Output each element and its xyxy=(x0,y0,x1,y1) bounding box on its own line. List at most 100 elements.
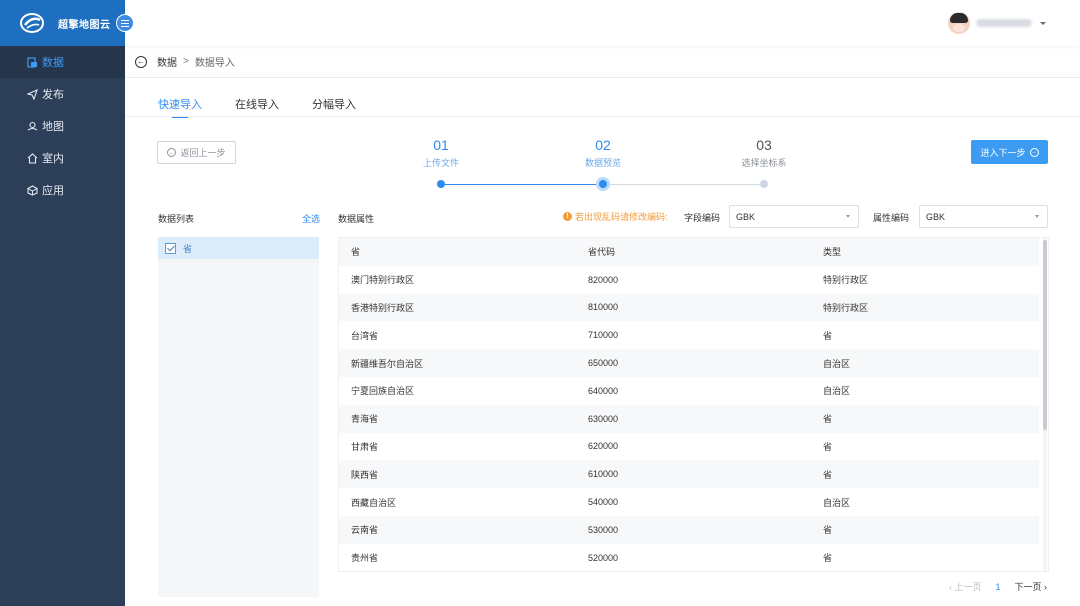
logo-text: 超擎地图云 xyxy=(58,19,111,31)
table-row: 西藏自治区 540000 自治区 xyxy=(339,488,1039,516)
table-row: 新疆维吾尔自治区 650000 自治区 xyxy=(339,349,1039,377)
tab-tile-import[interactable]: 分幅导入 xyxy=(312,96,356,114)
avatar[interactable] xyxy=(948,12,970,34)
attr-encoding-value: GBK xyxy=(926,211,946,222)
table-cell: 陕西省 xyxy=(339,460,588,489)
table-cell: 630000 xyxy=(588,404,823,433)
column-header-code: 省代码 xyxy=(588,238,823,266)
checkbox[interactable] xyxy=(165,242,176,254)
field-encoding-select[interactable]: GBK xyxy=(729,205,859,228)
breadcrumb: ← 数据 > 数据导入 xyxy=(125,46,1080,78)
user-menu[interactable] xyxy=(948,12,1046,34)
data-preview-table: 省 省代码 类型 澳门特别行政区 820000 特别行政区 香港特别行政区 810000… xyxy=(338,237,1049,572)
step-2-number: 02 xyxy=(595,137,611,153)
table-cell: 自治区 xyxy=(823,376,1039,405)
encoding-warning: ! 若出现乱码请修改编码: xyxy=(563,210,668,223)
breadcrumb-root[interactable]: 数据 xyxy=(157,54,177,69)
prev-step-button[interactable]: ← 返回上一步 xyxy=(157,141,236,164)
caret-down-icon[interactable] xyxy=(1040,21,1046,25)
list-item[interactable]: 省 xyxy=(158,237,319,259)
sidebar-item-app[interactable]: 应用 xyxy=(0,174,125,206)
tab-quick-import[interactable]: 快速导入 xyxy=(158,96,202,118)
attr-encoding-label: 属性编码 xyxy=(873,213,910,223)
data-attributes-title: 数据属性 xyxy=(338,214,375,224)
table-row: 甘肃省 620000 省 xyxy=(339,432,1039,461)
prev-page-button[interactable]: ‹ 上一页 xyxy=(949,580,982,593)
table-cell: 省 xyxy=(823,321,1039,350)
table-cell: 820000 xyxy=(588,265,823,294)
field-encoding-label: 字段编码 xyxy=(684,213,721,223)
table-cell: 610000 xyxy=(588,460,823,489)
table-cell: 台湾省 xyxy=(339,321,588,350)
table-cell: 710000 xyxy=(588,321,823,350)
sidebar-item-map[interactable]: 地图 xyxy=(0,110,125,142)
chevron-down-icon xyxy=(1035,215,1039,218)
table-cell: 620000 xyxy=(588,432,823,461)
step-1-label: 上传文件 xyxy=(422,158,459,168)
table-cell: 640000 xyxy=(588,376,823,405)
sidebar-item-indoor[interactable]: 室内 xyxy=(0,142,125,174)
next-step-label: 进入下一步 xyxy=(980,147,1026,158)
table-cell: 省 xyxy=(823,432,1039,461)
table-cell: 贵州省 xyxy=(339,543,588,571)
sidebar-item-data[interactable]: 数据 xyxy=(0,46,125,78)
publish-icon xyxy=(26,88,38,100)
table-cell: 新疆维吾尔自治区 xyxy=(339,349,588,377)
top-header xyxy=(125,0,1080,46)
hamburger-icon xyxy=(121,22,129,24)
table-cell: 自治区 xyxy=(823,488,1039,516)
table-cell: 西藏自治区 xyxy=(339,488,588,516)
table-cell: 650000 xyxy=(588,349,823,377)
table-cell: 云南省 xyxy=(339,515,588,544)
table-cell: 宁夏回族自治区 xyxy=(339,376,588,405)
breadcrumb-separator: > xyxy=(183,56,189,67)
step-3: 03 选择坐标系 xyxy=(724,137,804,169)
step-2-dot xyxy=(596,177,610,191)
table-row: 贵州省 520000 省 xyxy=(339,543,1039,571)
map-icon xyxy=(26,120,38,132)
sidebar-item-label: 应用 xyxy=(42,185,64,197)
next-page-label: 下一页 xyxy=(1014,582,1042,592)
step-3-number: 03 xyxy=(756,137,772,153)
sidebar-item-publish[interactable]: 发布 xyxy=(0,78,125,110)
pagination: ‹ 上一页 1 下一页 › xyxy=(949,580,1047,593)
field-encoding-value: GBK xyxy=(736,211,756,222)
back-arrow-icon[interactable]: ← xyxy=(135,55,147,68)
step-track-done xyxy=(441,184,603,185)
tab-online-import[interactable]: 在线导入 xyxy=(235,96,279,114)
table-header-row: 省 省代码 类型 xyxy=(339,238,1039,266)
step-1-number: 01 xyxy=(433,137,449,153)
menu-toggle-button[interactable] xyxy=(116,14,134,32)
app-icon xyxy=(26,184,38,196)
table-row: 云南省 530000 省 xyxy=(339,515,1039,544)
step-track-todo xyxy=(603,184,764,185)
chevron-down-icon xyxy=(846,215,850,218)
prev-step-label: 返回上一步 xyxy=(180,148,226,158)
table-cell: 810000 xyxy=(588,293,823,322)
logo-bar: 超擎地图云 xyxy=(0,0,125,46)
table-cell: 540000 xyxy=(588,488,823,516)
step-1-dot xyxy=(437,180,445,188)
table-cell: 香港特别行政区 xyxy=(339,293,588,322)
table-cell: 省 xyxy=(823,515,1039,544)
table-row: 台湾省 710000 省 xyxy=(339,321,1039,350)
attr-encoding-select[interactable]: GBK xyxy=(919,205,1048,228)
table-cell: 青海省 xyxy=(339,404,588,433)
list-item-label: 省 xyxy=(183,243,193,254)
column-header-type: 类型 xyxy=(823,238,1039,266)
table-cell: 520000 xyxy=(588,543,823,571)
step-1: 01 上传文件 xyxy=(401,137,481,169)
prev-page-label: 上一页 xyxy=(954,582,982,592)
select-all-link[interactable]: 全选 xyxy=(302,212,320,225)
table-cell: 省 xyxy=(823,543,1039,571)
table-row: 香港特别行政区 810000 特别行政区 xyxy=(339,293,1039,322)
data-list-panel: 省 xyxy=(158,237,319,597)
next-page-button[interactable]: 下一页 › xyxy=(1014,580,1047,593)
table-scrollbar-thumb[interactable] xyxy=(1043,240,1047,430)
warning-icon: ! xyxy=(563,212,572,221)
next-step-button[interactable]: 进入下一步 → xyxy=(971,140,1048,164)
page-number[interactable]: 1 xyxy=(995,582,1000,592)
arrow-right-icon: → xyxy=(1029,147,1039,157)
sidebar: 超擎地图云 数据 发布地图室内应用 xyxy=(0,0,134,606)
sidebar-item-label: 地图 xyxy=(42,121,64,133)
